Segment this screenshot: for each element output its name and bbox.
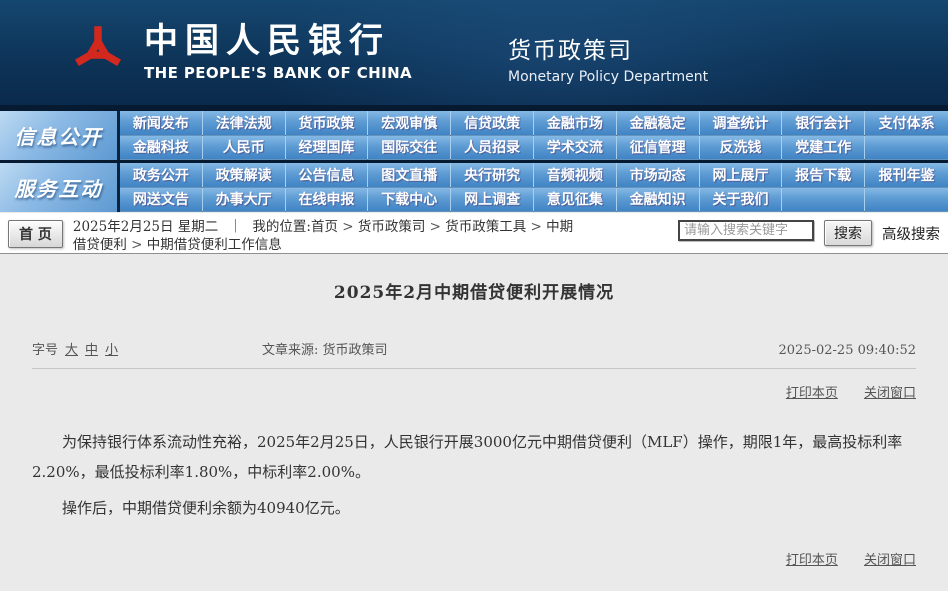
department-title-block: 货币政策司 Monetary Policy Department [508, 31, 708, 85]
nav-item[interactable]: 网上调查 [451, 188, 534, 213]
nav-item[interactable]: 国际交往 [368, 136, 451, 161]
nav-item[interactable]: 人员招录 [451, 136, 534, 161]
font-size-label: 字号 [32, 343, 58, 358]
breadcrumb-item[interactable]: 中期借贷便利工作信息 [147, 237, 282, 253]
breadcrumb: 2025年2月25日 星期二 ｜ 我的位置:首页 > 货币政策司 > 货币政策工… [73, 218, 581, 254]
site-header: 中国人民银行 THE PEOPLE'S BANK OF CHINA 货币政策司 … [0, 0, 948, 105]
nav-item[interactable]: 在线申报 [286, 188, 369, 213]
nav-item[interactable]: 经理国库 [286, 136, 369, 161]
bank-title-block: 中国人民银行 THE PEOPLE'S BANK OF CHINA [144, 23, 412, 81]
nav-item[interactable]: 新闻发布 [120, 111, 203, 136]
department-name-cn: 货币政策司 [508, 31, 708, 65]
close-window-link[interactable]: 关闭窗口 [864, 386, 916, 401]
breadcrumb-item[interactable]: 货币政策司 [358, 219, 426, 235]
close-window-link[interactable]: 关闭窗口 [864, 553, 916, 568]
search-input[interactable] [678, 220, 814, 241]
nav-item[interactable]: 银行会计 [782, 111, 865, 136]
nav-item[interactable]: 图文直播 [368, 163, 451, 188]
breadcrumb-separator: > [338, 219, 358, 235]
nav-item[interactable]: 政策解读 [203, 163, 286, 188]
nav-item[interactable]: 党建工作 [782, 136, 865, 161]
article-title: 2025年2月中期借贷便利开展情况 [0, 278, 948, 303]
nav-item[interactable]: 调查统计 [700, 111, 783, 136]
nav-item[interactable]: 支付体系 [865, 111, 948, 136]
nav-cell-empty [782, 188, 865, 213]
home-button[interactable]: 首 页 [8, 220, 63, 248]
breadcrumb-location-home[interactable]: 我的位置:首页 [252, 219, 338, 235]
source-label: 文章来源: [262, 343, 318, 358]
print-page-link[interactable]: 打印本页 [786, 386, 838, 401]
pboc-logo-icon [68, 13, 128, 92]
nav-item[interactable]: 人民币 [203, 136, 286, 161]
advanced-search-link[interactable]: 高级搜索 [882, 220, 940, 244]
bank-name-cn: 中国人民银行 [144, 23, 412, 60]
nav-item[interactable]: 市场动态 [617, 163, 700, 188]
nav-item[interactable]: 宏观审慎 [368, 111, 451, 136]
main-nav: 信息公开新闻发布法律法规货币政策宏观审慎信贷政策金融市场金融稳定调查统计银行会计… [0, 105, 948, 212]
print-page-link[interactable]: 打印本页 [786, 553, 838, 568]
nav-item[interactable]: 意见征集 [534, 188, 617, 213]
nav-item[interactable]: 货币政策 [286, 111, 369, 136]
bank-name-en: THE PEOPLE'S BANK OF CHINA [144, 64, 412, 82]
nav-item[interactable]: 反洗钱 [700, 136, 783, 161]
nav-item[interactable]: 征信管理 [617, 136, 700, 161]
article-source: 文章来源: 货币政策司 [262, 339, 388, 358]
nav-item[interactable]: 关于我们 [700, 188, 783, 213]
nav-item[interactable]: 办事大厅 [203, 188, 286, 213]
nav-item[interactable]: 金融稳定 [617, 111, 700, 136]
nav-grid: 新闻发布法律法规货币政策宏观审慎信贷政策金融市场金融稳定调查统计银行会计支付体系… [120, 111, 948, 160]
nav-section: 信息公开新闻发布法律法规货币政策宏观审慎信贷政策金融市场金融稳定调查统计银行会计… [0, 111, 948, 160]
font-size-option[interactable]: 中 [85, 343, 98, 358]
search-button[interactable]: 搜索 [824, 220, 872, 246]
breadcrumb-item[interactable]: 货币政策工具 [445, 219, 526, 235]
nav-cell-empty [865, 136, 948, 161]
nav-section-label[interactable]: 服务互动 [0, 163, 120, 212]
nav-item[interactable]: 报告下载 [782, 163, 865, 188]
nav-item[interactable]: 音频视频 [534, 163, 617, 188]
article-paragraph: 操作后，中期借贷便利余额为40940亿元。 [32, 493, 916, 523]
breadcrumb-separator: > [526, 219, 546, 235]
department-name-en: Monetary Policy Department [508, 69, 708, 85]
font-size-control: 字号大中小 [32, 339, 262, 358]
nav-item[interactable]: 报刊年鉴 [865, 163, 948, 188]
nav-item[interactable]: 金融知识 [617, 188, 700, 213]
content-area: 2025年2月中期借贷便利开展情况 字号大中小 文章来源: 货币政策司 2025… [0, 254, 948, 591]
article-actions-top: 打印本页 关闭窗口 [32, 382, 916, 401]
nav-item[interactable]: 公告信息 [286, 163, 369, 188]
nav-item[interactable]: 金融市场 [534, 111, 617, 136]
font-size-option[interactable]: 大 [65, 343, 78, 358]
breadcrumb-separator: > [127, 237, 147, 253]
nav-section: 服务互动政务公开政策解读公告信息图文直播央行研究音频视频市场动态网上展厅报告下载… [0, 163, 948, 212]
nav-item[interactable]: 政务公开 [120, 163, 203, 188]
breadcrumb-separator: > [425, 219, 445, 235]
font-size-option[interactable]: 小 [105, 343, 118, 358]
article-paragraph: 为保持银行体系流动性充裕，2025年2月25日，人民银行开展3000亿元中期借贷… [32, 427, 916, 487]
nav-cell-empty [865, 188, 948, 213]
publish-datetime: 2025-02-25 09:40:52 [779, 343, 916, 358]
nav-item[interactable]: 央行研究 [451, 163, 534, 188]
source-value: 货币政策司 [323, 343, 388, 358]
breadcrumb-bar: 首 页 2025年2月25日 星期二 ｜ 我的位置:首页 > 货币政策司 > 货… [0, 213, 948, 254]
nav-section-label[interactable]: 信息公开 [0, 111, 120, 160]
article-meta-row: 字号大中小 文章来源: 货币政策司 2025-02-25 09:40:52 [32, 339, 916, 369]
nav-item[interactable]: 法律法规 [203, 111, 286, 136]
article-body: 为保持银行体系流动性充裕，2025年2月25日，人民银行开展3000亿元中期借贷… [32, 427, 916, 523]
nav-item[interactable]: 金融科技 [120, 136, 203, 161]
article-actions-bottom: 打印本页 关闭窗口 [32, 549, 916, 568]
search-group: 搜索 高级搜索 [678, 218, 940, 246]
font-size-options: 大中小 [58, 343, 118, 358]
nav-item[interactable]: 学术交流 [534, 136, 617, 161]
nav-item[interactable]: 信贷政策 [451, 111, 534, 136]
current-date: 2025年2月25日 星期二 [73, 219, 218, 235]
nav-grid: 政务公开政策解读公告信息图文直播央行研究音频视频市场动态网上展厅报告下载报刊年鉴… [120, 163, 948, 212]
nav-item[interactable]: 网上展厅 [700, 163, 783, 188]
breadcrumb-divider: ｜ [229, 219, 243, 235]
nav-item[interactable]: 下载中心 [368, 188, 451, 213]
nav-item[interactable]: 网送文告 [120, 188, 203, 213]
